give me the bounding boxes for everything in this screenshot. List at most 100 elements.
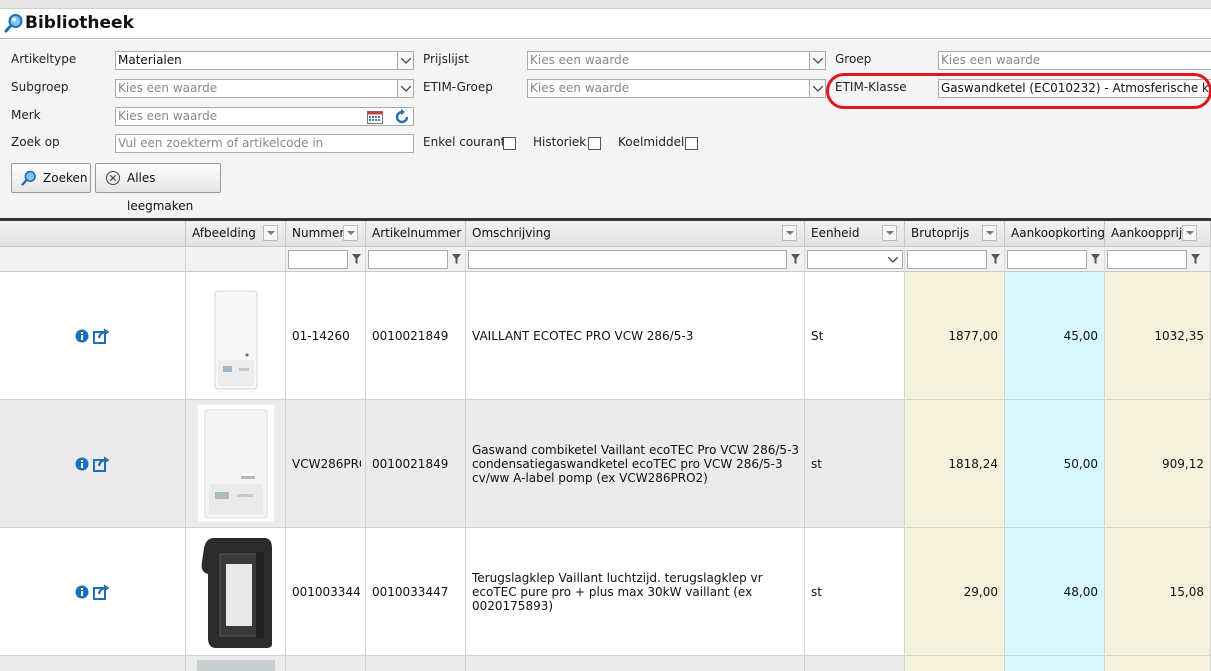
table-row[interactable]: 01-14260 0010021849 VAILLANT ECOTEC PRO … bbox=[0, 272, 1211, 400]
column-header-aankoopkorting[interactable]: Aankoopkorting 1 bbox=[1005, 221, 1105, 247]
korting-cell: 48,00 bbox=[1005, 528, 1105, 655]
column-menu-button[interactable] bbox=[982, 225, 997, 241]
clear-all-button[interactable]: Alles leegmaken bbox=[95, 163, 221, 213]
korting-filter-input[interactable] bbox=[1007, 250, 1087, 269]
row-actions-cell bbox=[0, 400, 186, 527]
koelmiddel-checkbox[interactable] bbox=[685, 137, 698, 150]
filter-icon[interactable] bbox=[991, 254, 1000, 265]
column-header-afbeelding[interactable]: Afbeelding bbox=[186, 221, 286, 247]
artikelnummer-cell bbox=[366, 656, 466, 671]
eenheid-value: St bbox=[811, 328, 824, 343]
column-menu-button[interactable] bbox=[782, 225, 797, 241]
column-header-label: Aankoopprijs bbox=[1111, 226, 1189, 240]
share-icon[interactable] bbox=[93, 328, 110, 344]
eenheid-cell: st bbox=[805, 400, 905, 527]
nummer-filter-input[interactable] bbox=[288, 250, 348, 269]
column-header-omschrijving[interactable]: Omschrijving bbox=[466, 221, 805, 247]
merk-select[interactable]: Kies een waarde bbox=[115, 107, 414, 126]
calendar-icon[interactable] bbox=[367, 110, 383, 124]
artikelnummer-value: 0010021849 bbox=[372, 456, 449, 471]
filter-icon[interactable] bbox=[791, 254, 800, 265]
groep-label: Groep bbox=[835, 52, 872, 66]
table-row[interactable] bbox=[0, 656, 1211, 671]
artikeltype-dropdown-button[interactable] bbox=[397, 52, 413, 69]
artikeltype-select[interactable]: Materialen bbox=[115, 51, 414, 70]
column-header-eenheid[interactable]: Eenheid bbox=[805, 221, 905, 247]
eenheid-cell: st bbox=[805, 528, 905, 655]
brutoprijs-value: 1818,24 bbox=[948, 456, 998, 471]
brutoprijs-filter-input[interactable] bbox=[907, 250, 987, 269]
column-menu-button[interactable] bbox=[343, 225, 358, 241]
artikelnummer-cell: 0010033447 bbox=[366, 528, 466, 655]
artikelnummer-value: 0010033447 bbox=[372, 584, 449, 599]
valve-image[interactable] bbox=[196, 534, 276, 650]
filter-icon[interactable] bbox=[452, 254, 461, 265]
subgroep-select[interactable]: Kies een waarde bbox=[115, 79, 414, 98]
column-header-actions bbox=[0, 221, 186, 247]
share-icon[interactable] bbox=[93, 584, 110, 600]
filter-icon[interactable] bbox=[352, 254, 361, 265]
chevron-down-icon bbox=[347, 231, 355, 235]
filter-cell-korting bbox=[1005, 247, 1105, 272]
merk-placeholder: Kies een waarde bbox=[118, 109, 218, 123]
eenheid-filter-select[interactable] bbox=[807, 250, 903, 269]
artikelnummer-filter-input[interactable] bbox=[368, 250, 448, 269]
aankoopprijs-value: 909,12 bbox=[1162, 456, 1204, 471]
info-icon[interactable] bbox=[75, 329, 89, 343]
product-image-partial[interactable] bbox=[197, 660, 275, 671]
product-image-cell bbox=[186, 656, 286, 671]
brutoprijs-cell bbox=[905, 656, 1005, 671]
column-menu-button[interactable] bbox=[882, 225, 897, 241]
aankoopprijs-value: 1032,35 bbox=[1154, 328, 1204, 343]
korting-cell: 50,00 bbox=[1005, 400, 1105, 527]
filter-panel: Artikeltype Materialen Prijslijst Kies e… bbox=[0, 40, 1211, 218]
info-icon[interactable] bbox=[75, 457, 89, 471]
table-row[interactable]: 0010033447 0010033447 Terugslagklep Vail… bbox=[0, 528, 1211, 656]
column-header-brutoprijs[interactable]: Brutoprijs bbox=[905, 221, 1005, 247]
boiler-image[interactable] bbox=[214, 290, 258, 390]
column-header-aankoopprijs[interactable]: Aankoopprijs bbox=[1105, 221, 1211, 247]
korting-value: 50,00 bbox=[1063, 456, 1098, 471]
etim-klasse-label: ETIM-Klasse bbox=[835, 80, 907, 94]
korting-value: 45,00 bbox=[1063, 328, 1098, 343]
column-header-label: Omschrijving bbox=[472, 226, 551, 240]
filter-icon[interactable] bbox=[1191, 254, 1200, 265]
refresh-icon[interactable] bbox=[394, 109, 410, 125]
historiek-checkbox[interactable] bbox=[588, 137, 601, 150]
subgroep-dropdown-button[interactable] bbox=[397, 80, 413, 97]
eenheid-value: st bbox=[811, 584, 822, 599]
prijslijst-dropdown-button[interactable] bbox=[809, 52, 825, 69]
aankoopprijs-cell: 15,08 bbox=[1105, 528, 1211, 655]
omschrijving-filter-input[interactable] bbox=[468, 250, 787, 269]
enkel-courant-checkbox[interactable] bbox=[503, 137, 516, 150]
row-actions bbox=[75, 456, 115, 472]
etim-groep-dropdown-button[interactable] bbox=[809, 80, 825, 97]
zoek-op-input[interactable]: Vul een zoekterm of artikelcode in bbox=[115, 134, 414, 153]
etim-klasse-select[interactable]: Gaswandketel (EC010232) - Atmosferische … bbox=[938, 79, 1211, 98]
column-menu-button[interactable] bbox=[1182, 225, 1197, 241]
prijslijst-select[interactable]: Kies een waarde bbox=[527, 51, 826, 70]
search-button[interactable]: Zoeken bbox=[11, 163, 91, 193]
aankoopprijs-value: 15,08 bbox=[1169, 584, 1204, 599]
filter-cell-aankoopprijs bbox=[1105, 247, 1211, 272]
column-header-artikelnummer[interactable]: Artikelnummer fal bbox=[366, 221, 466, 247]
column-menu-button[interactable] bbox=[263, 225, 278, 241]
omschrijving-value: VAILLANT ECOTEC PRO VCW 286/5-3 bbox=[472, 328, 694, 343]
share-icon[interactable] bbox=[93, 456, 110, 472]
filter-icon[interactable] bbox=[1091, 254, 1100, 265]
column-header-nummer[interactable]: Nummer bbox=[286, 221, 366, 247]
aankoopprijs-filter-input[interactable] bbox=[1107, 250, 1187, 269]
chevron-down-icon bbox=[401, 86, 411, 92]
groep-select[interactable]: Kies een waarde bbox=[938, 51, 1211, 70]
filter-cell-artikelnummer bbox=[366, 247, 466, 272]
boiler-image[interactable] bbox=[197, 404, 275, 522]
etim-groep-select[interactable]: Kies een waarde bbox=[527, 79, 826, 98]
product-image-cell bbox=[186, 272, 286, 399]
nummer-value: VCW286PROA bbox=[292, 456, 361, 471]
info-icon[interactable] bbox=[75, 585, 89, 599]
chevron-down-icon bbox=[886, 231, 894, 235]
table-row[interactable]: VCW286PROA 0010021849 Gaswand combiketel… bbox=[0, 400, 1211, 528]
etim-groep-label: ETIM-Groep bbox=[423, 80, 493, 94]
aankoopprijs-cell: 909,12 bbox=[1105, 400, 1211, 527]
brutoprijs-cell: 29,00 bbox=[905, 528, 1005, 655]
